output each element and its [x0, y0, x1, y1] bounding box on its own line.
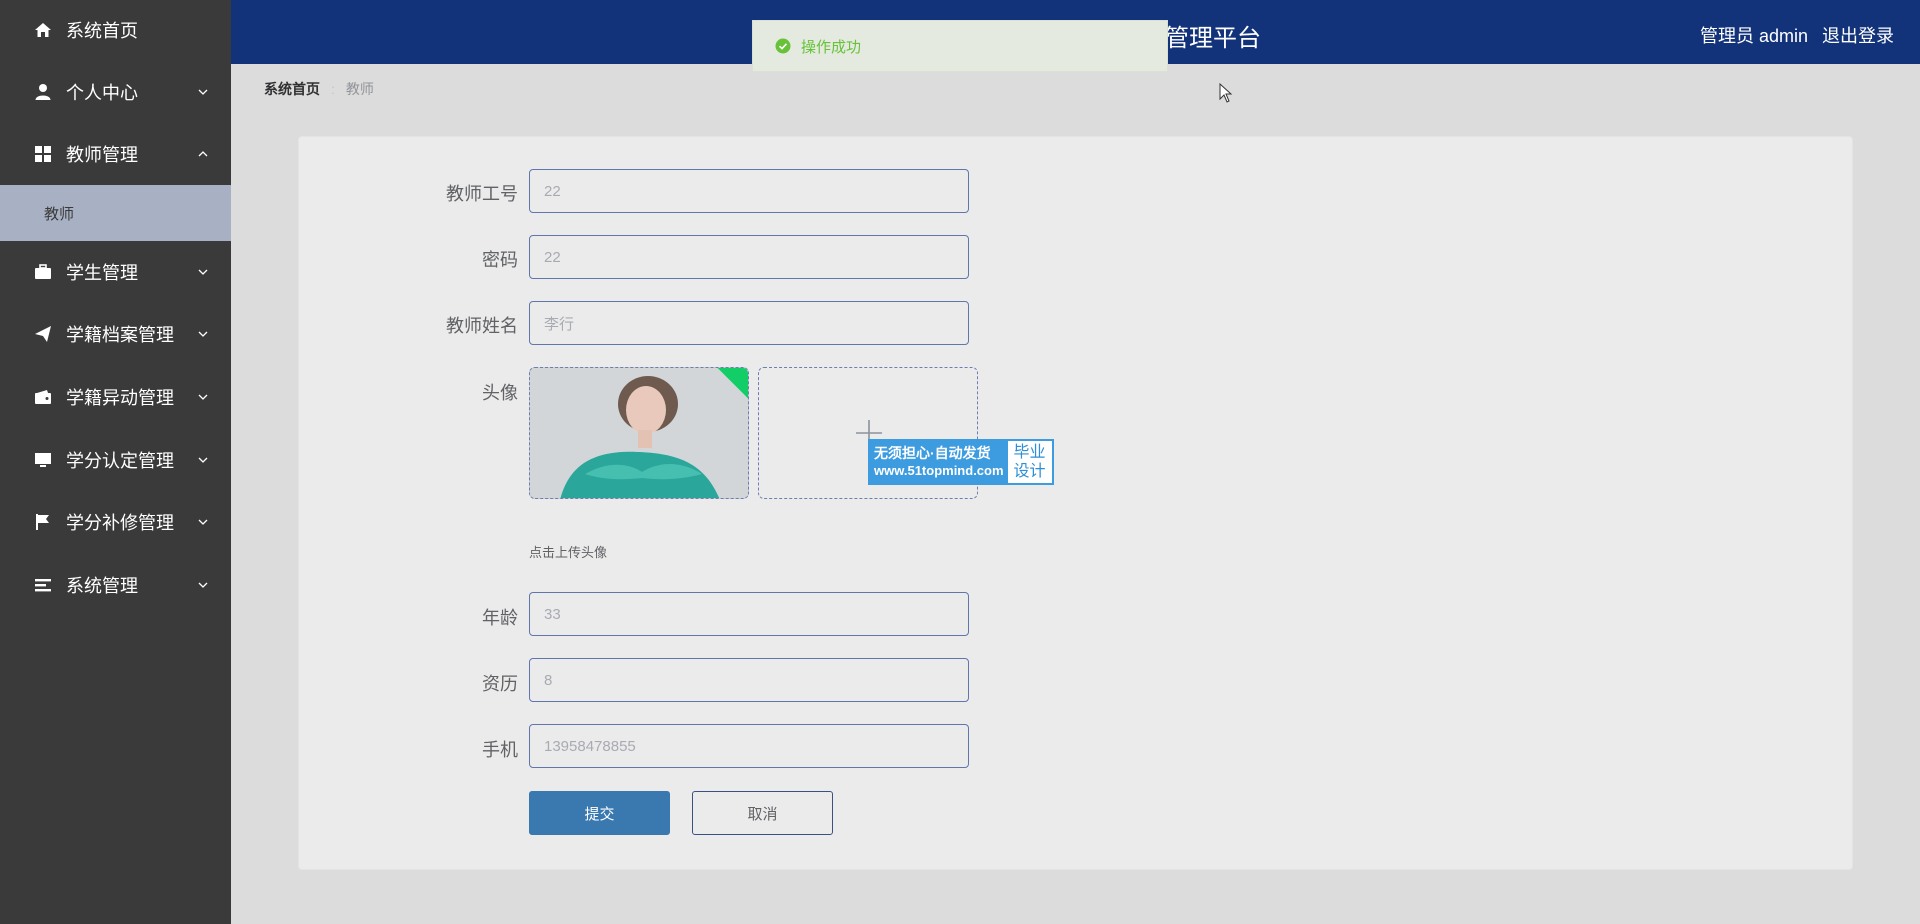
watermark-line2: www.51topmind.com [874, 463, 1004, 478]
chevron-down-icon [198, 269, 208, 275]
sidebar-item-personal-center[interactable]: 个人中心 [0, 64, 231, 120]
sidebar-item-credit-recognition-management[interactable]: 学分认定管理 [0, 432, 231, 488]
user-icon [35, 84, 51, 100]
sidebar-item-label: 个人中心 [66, 83, 138, 103]
sidebar-item-student-management[interactable]: 学生管理 [0, 244, 231, 300]
paper-plane-icon [35, 326, 51, 342]
briefcase-icon [35, 264, 51, 279]
watermark-line1: 无须担心·自动发货 [874, 445, 991, 461]
upload-tip: 点击上传头像 [529, 545, 608, 560]
sidebar-item-label: 学籍档案管理 [66, 325, 174, 345]
sidebar-item-home[interactable]: 系统首页 [0, 2, 231, 58]
success-toast: 操作成功 [752, 20, 1168, 72]
avatar-label: 头像 [482, 383, 518, 403]
check-circle-icon [775, 38, 791, 54]
chevron-up-icon [198, 151, 208, 157]
phone-label: 手机 [482, 740, 518, 760]
breadcrumb-current: 教师 [345, 81, 374, 97]
chevron-down-icon [198, 394, 208, 400]
avatar-preview[interactable] [529, 367, 749, 499]
chevron-down-icon [198, 582, 208, 588]
chevron-down-icon [198, 89, 208, 95]
teacher-id-input[interactable] [529, 169, 969, 213]
watermark-text: 无须担心·自动发货 www.51topmind.com [870, 441, 1008, 483]
sidebar-item-label: 学分认定管理 [66, 451, 174, 471]
mouse-cursor-icon [1219, 83, 1233, 103]
teacher-name-label: 教师姓名 [446, 316, 518, 336]
sidebar-item-label: 学籍异动管理 [66, 388, 174, 408]
watermark-tag-line1: 毕业 [1013, 444, 1046, 461]
teacher-name-input[interactable] [529, 301, 969, 345]
phone-input[interactable] [529, 724, 969, 768]
sidebar-item-label: 系统管理 [66, 576, 138, 596]
sidebar-item-teacher-management[interactable]: 教师管理 [0, 126, 231, 182]
sidebar-item-credit-makeup-management[interactable]: 学分补修管理 [0, 494, 231, 550]
sidebar-item-status-change-management[interactable]: 学籍异动管理 [0, 369, 231, 425]
avatar-photo [530, 368, 748, 498]
flag-icon [36, 514, 49, 530]
experience-label: 资历 [482, 674, 518, 694]
logout-link[interactable]: 退出登录 [1822, 22, 1894, 48]
password-label: 密码 [482, 250, 518, 270]
age-label: 年龄 [482, 608, 518, 628]
current-user: 管理员 admin [1700, 26, 1809, 46]
sidebar-item-archive-management[interactable]: 学籍档案管理 [0, 306, 231, 362]
home-icon [35, 23, 51, 37]
grid-icon [35, 146, 51, 162]
watermark-tag: 毕业 设计 [1007, 441, 1052, 483]
experience-input[interactable] [529, 658, 969, 702]
monitor-icon [35, 453, 51, 467]
watermark-badge: 无须担心·自动发货 www.51topmind.com 毕业 设计 [868, 439, 1054, 485]
teacher-id-label: 教师工号 [446, 184, 518, 204]
wallet-icon [35, 390, 51, 404]
list-icon [35, 579, 51, 592]
chevron-down-icon [198, 457, 208, 463]
chevron-down-icon [198, 519, 208, 525]
password-input[interactable] [529, 235, 969, 279]
sidebar: 系统首页 个人中心 教师管理 教师 学生管理 学籍档案管理 学籍异动管理 学分认… [0, 0, 231, 924]
sidebar-subitem-teacher[interactable]: 教师 [0, 185, 231, 241]
watermark-tag-line2: 设计 [1013, 463, 1046, 480]
sidebar-subitem-label: 教师 [44, 205, 75, 223]
chevron-down-icon [198, 331, 208, 337]
sidebar-item-label: 教师管理 [66, 145, 138, 165]
cancel-button[interactable]: 取消 [692, 791, 833, 835]
toast-message: 操作成功 [801, 38, 862, 56]
page-title: 管理平台 [1165, 25, 1261, 52]
breadcrumb-home[interactable]: 系统首页 [264, 79, 320, 99]
breadcrumb: 系统首页 : 教师 [264, 79, 374, 99]
sidebar-item-label: 学分补修管理 [66, 513, 174, 533]
sidebar-item-system-management[interactable]: 系统管理 [0, 557, 231, 613]
submit-button[interactable]: 提交 [529, 791, 670, 835]
breadcrumb-separator: : [331, 81, 335, 97]
sidebar-item-label: 学生管理 [66, 263, 138, 283]
sidebar-item-label: 系统首页 [66, 21, 138, 41]
age-input[interactable] [529, 592, 969, 636]
